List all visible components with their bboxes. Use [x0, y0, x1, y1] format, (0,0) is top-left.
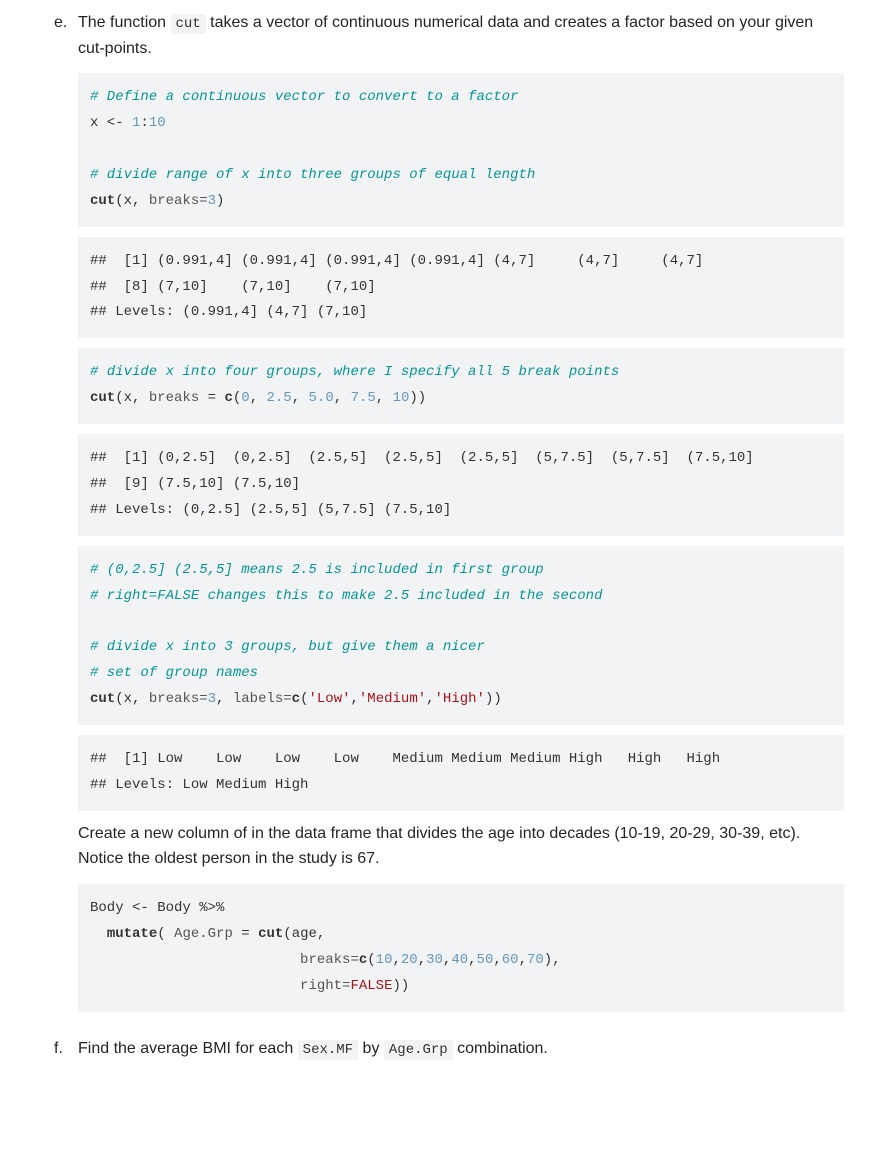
item-e-intro: The function cut takes a vector of conti… — [78, 10, 844, 61]
code-block-3: # (0,2.5] (2.5,5] means 2.5 is included … — [78, 546, 844, 725]
code-block-2: # divide x into four groups, where I spe… — [78, 348, 844, 424]
inline-code-agegrp: Age.Grp — [384, 1040, 453, 1060]
code-block-1: # Define a continuous vector to convert … — [78, 73, 844, 226]
code-block-4: Body <- Body %>% mutate( Age.Grp = cut(a… — [78, 884, 844, 1012]
list-content-e: The function cut takes a vector of conti… — [78, 10, 844, 1022]
list-content-f: Find the average BMI for each Sex.MF by … — [78, 1036, 844, 1074]
output-block-2: ## [1] (0,2.5] (0,2.5] (2.5,5] (2.5,5] (… — [78, 434, 844, 536]
inline-code-sexmf: Sex.MF — [298, 1040, 358, 1060]
inline-code-cut: cut — [171, 14, 206, 34]
output-block-1: ## [1] (0.991,4] (0.991,4] (0.991,4] (0.… — [78, 237, 844, 339]
list-item-e: e. The function cut takes a vector of co… — [20, 10, 854, 1022]
output-block-3: ## [1] Low Low Low Low Medium Medium Med… — [78, 735, 844, 811]
list-marker-f: f. — [54, 1036, 78, 1062]
list-item-f: f. Find the average BMI for each Sex.MF … — [20, 1036, 854, 1074]
list-marker-e: e. — [54, 10, 78, 36]
item-f-text: Find the average BMI for each Sex.MF by … — [78, 1036, 844, 1062]
item-e-para2: Create a new column of in the data frame… — [78, 821, 844, 872]
